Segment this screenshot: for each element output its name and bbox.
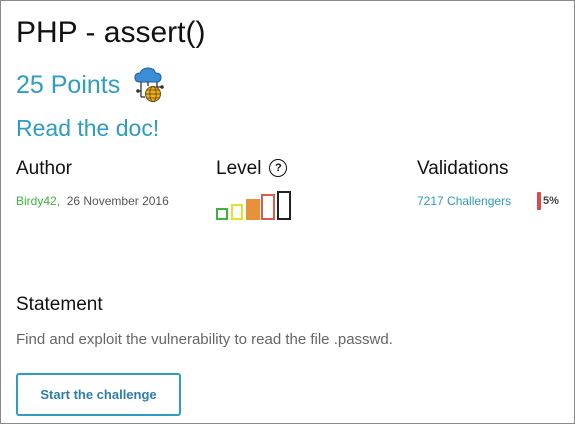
author-date: 26 November 2016 [66, 194, 169, 208]
author-link[interactable]: Birdy42, [16, 194, 60, 208]
statement-heading: Statement [16, 294, 103, 315]
validation-rate-label: 5% [543, 195, 559, 207]
statement-text: Find and exploit the vulnerability to re… [16, 331, 393, 348]
level-bar-1 [216, 208, 228, 220]
level-bar-2 [231, 204, 243, 220]
points-row: 25 Points [16, 67, 166, 103]
start-challenge-button[interactable]: Start the challenge [16, 373, 181, 416]
validations-heading: Validations [417, 158, 509, 179]
validation-rate-bar [537, 192, 541, 210]
level-heading-group: Level? [216, 156, 288, 182]
validation-rate: 5% [537, 192, 559, 210]
points-label: 25 Points [16, 71, 121, 99]
help-icon[interactable]: ? [269, 158, 288, 177]
level-bar-5 [277, 191, 291, 220]
page-title: PHP - assert() [16, 16, 206, 49]
level-heading: Level [216, 158, 262, 179]
challenge-card: PHP - assert() 25 Points Read the doc! A… [0, 0, 575, 424]
cloud-network-icon [132, 67, 166, 103]
level-indicator [216, 191, 296, 221]
challenge-subtitle: Read the doc! [16, 115, 160, 141]
validations-link[interactable]: 7217 Challengers [417, 194, 511, 208]
level-bar-3 [246, 199, 260, 220]
author-info: Birdy42, 26 November 2016 [16, 194, 169, 208]
author-heading: Author [16, 158, 72, 179]
level-bar-4 [261, 194, 275, 220]
